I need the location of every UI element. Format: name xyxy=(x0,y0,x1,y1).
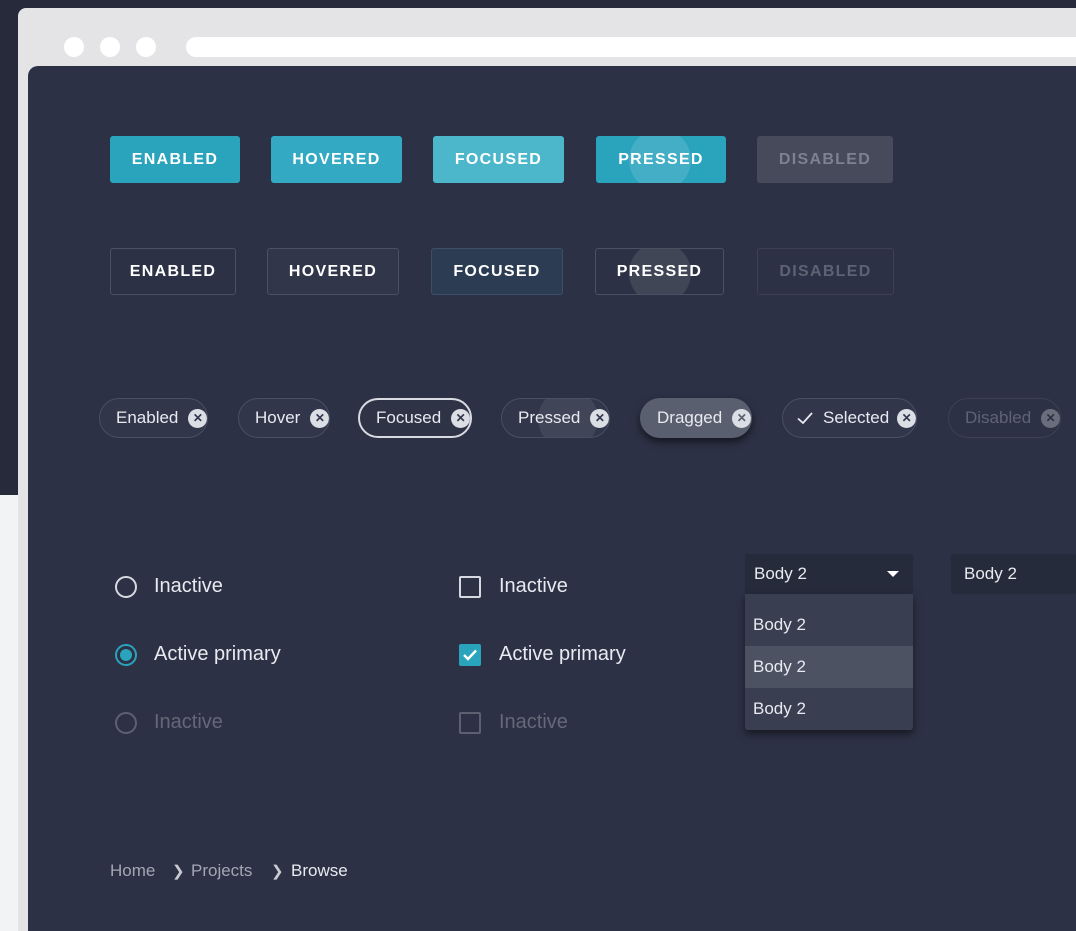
outlined-button-pressed[interactable]: PRESSED xyxy=(595,248,724,295)
chip-label: Selected xyxy=(823,408,890,427)
radio-label: Inactive xyxy=(154,575,223,597)
chip-focused[interactable]: Focused ✕ xyxy=(358,398,473,438)
chip-label: Enabled xyxy=(116,408,179,427)
select-menu: Body 2 Body 2 Body 2 xyxy=(745,594,913,730)
button-label: PRESSED xyxy=(618,150,704,168)
contained-button-focused[interactable]: FOCUSED xyxy=(433,136,564,183)
close-circle-icon[interactable]: ✕ xyxy=(732,408,752,428)
outlined-button-disabled: DISABLED xyxy=(757,248,894,295)
button-label: HOVERED xyxy=(288,262,378,280)
menu-option[interactable]: Body 2 xyxy=(745,688,913,730)
checkbox-active-primary[interactable] xyxy=(459,644,481,666)
checkbox-disabled xyxy=(459,712,481,734)
close-circle-icon[interactable]: ✕ xyxy=(310,408,330,428)
button-label: DISABLED xyxy=(778,150,872,168)
chip-dragged[interactable]: Dragged ✕ xyxy=(640,398,753,438)
radio-label: Inactive xyxy=(154,711,223,733)
radio-label: Active primary xyxy=(154,643,281,665)
radio-active-primary[interactable] xyxy=(115,644,137,666)
checkbox-label: Inactive xyxy=(499,575,568,597)
button-label: FOCUSED xyxy=(453,262,541,280)
radio-disabled xyxy=(115,712,137,734)
button-label: DISABLED xyxy=(779,262,872,280)
breadcrumb-home[interactable]: Home xyxy=(110,861,155,881)
chip-label: Disabled xyxy=(965,408,1032,427)
address-bar[interactable] xyxy=(186,37,1076,57)
window-dot-icon[interactable] xyxy=(136,37,156,57)
contained-button-pressed[interactable]: PRESSED xyxy=(596,136,726,183)
checkbox-label: Inactive xyxy=(499,711,568,733)
chip-enabled[interactable]: Enabled ✕ xyxy=(99,398,209,438)
component-panel: ENABLED HOVERED FOCUSED PRESSED DISABLED… xyxy=(28,66,1076,931)
button-label: HOVERED xyxy=(292,150,381,168)
select-dropdown-open[interactable]: Body 2 xyxy=(745,554,913,594)
chip-hover[interactable]: Hover ✕ xyxy=(238,398,331,438)
checkmark-icon xyxy=(463,649,477,661)
select-value: Body 2 xyxy=(754,564,807,583)
window-dot-icon[interactable] xyxy=(100,37,120,57)
contained-button-enabled[interactable]: ENABLED xyxy=(110,136,240,183)
menu-option[interactable]: Body 2 xyxy=(745,604,913,646)
breadcrumb-projects[interactable]: Projects xyxy=(191,861,252,881)
outlined-button-hovered[interactable]: HOVERED xyxy=(267,248,399,295)
chip-pressed[interactable]: Pressed ✕ xyxy=(501,398,611,438)
chip-selected[interactable]: Selected ✕ xyxy=(782,398,918,438)
close-circle-icon: ✕ xyxy=(1041,408,1061,428)
chip-label: Hover xyxy=(255,408,301,427)
chip-label: Pressed xyxy=(518,408,581,427)
outlined-button-focused[interactable]: FOCUSED xyxy=(431,248,563,295)
caret-down-icon[interactable] xyxy=(887,571,899,577)
close-circle-icon[interactable]: ✕ xyxy=(897,408,917,428)
contained-button-disabled: DISABLED xyxy=(757,136,893,183)
checkbox-inactive[interactable] xyxy=(459,576,481,598)
contained-button-hovered[interactable]: HOVERED xyxy=(271,136,402,183)
button-label: ENABLED xyxy=(129,262,217,280)
checkbox-label: Active primary xyxy=(499,643,626,665)
chip-label: Dragged xyxy=(657,408,723,427)
browser-content: ENABLED HOVERED FOCUSED PRESSED DISABLED… xyxy=(18,66,1076,931)
chevron-right-icon: ❯ xyxy=(172,863,185,880)
select-dropdown-closed[interactable]: Body 2 xyxy=(951,554,1076,594)
select-value: Body 2 xyxy=(964,564,1017,583)
close-circle-icon[interactable]: ✕ xyxy=(590,408,610,428)
chip-disabled: Disabled ✕ xyxy=(948,398,1062,438)
close-circle-icon[interactable]: ✕ xyxy=(451,408,471,428)
menu-option-highlighted[interactable]: Body 2 xyxy=(745,646,913,688)
close-circle-icon[interactable]: ✕ xyxy=(188,408,208,428)
radio-inactive[interactable] xyxy=(115,576,137,598)
browser-chrome xyxy=(18,8,1076,68)
button-label: FOCUSED xyxy=(454,150,543,168)
chevron-right-icon: ❯ xyxy=(271,863,284,880)
breadcrumb-current: Browse xyxy=(291,861,348,880)
check-icon xyxy=(797,412,813,425)
window-dot-icon[interactable] xyxy=(64,37,84,57)
button-label: PRESSED xyxy=(616,262,703,280)
outlined-button-enabled[interactable]: ENABLED xyxy=(110,248,236,295)
button-label: ENABLED xyxy=(131,150,219,168)
chip-label: Focused xyxy=(376,408,442,427)
